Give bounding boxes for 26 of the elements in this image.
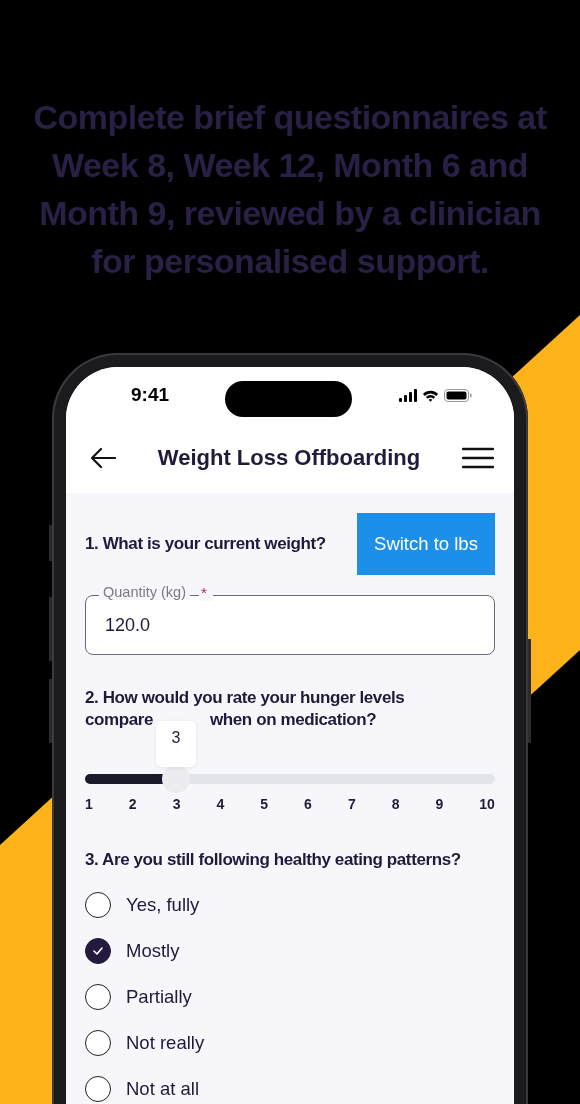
option-label[interactable]: Not really	[126, 1032, 205, 1054]
option-label[interactable]: Yes, fully	[126, 894, 200, 916]
scale-label: 9	[435, 796, 444, 812]
question-text: 2. How would you rate your hunger levels	[85, 687, 406, 709]
quantity-field[interactable]: Quantity (kg) * 120.0	[85, 584, 495, 655]
scale-label: 2	[128, 796, 137, 812]
question-text: when on medication?	[210, 709, 377, 731]
question-text: compare	[85, 709, 155, 731]
scale-label: 8	[391, 796, 400, 812]
question-text: 1. What is your current weight?	[85, 534, 326, 554]
scale-label: 1	[85, 796, 93, 812]
scale-label: 10	[479, 796, 495, 812]
screen-title: Weight Loss Offboarding	[157, 445, 421, 471]
scale-label: 5	[260, 796, 269, 812]
headline: Complete brief questionnaires at Week 8, Week 12, Month 6 and Month 9, reviewed by a clinician for personalised support.	[32, 97, 548, 282]
option-label[interactable]: Not at all	[126, 1078, 199, 1100]
scale-label: 7	[347, 796, 356, 812]
scale-label: 3	[172, 796, 181, 812]
option-label[interactable]: Partially	[126, 986, 192, 1008]
value-tooltip: 3	[156, 721, 196, 767]
scale-label: 6	[304, 796, 312, 812]
status-time: 9:41	[131, 384, 170, 406]
field-label: Quantity (kg)	[99, 584, 190, 600]
scale-label: 4	[216, 796, 225, 812]
option-label[interactable]: Mostly	[126, 940, 180, 962]
question-text: 3. Are you still following healthy eating patterns?	[85, 850, 462, 870]
